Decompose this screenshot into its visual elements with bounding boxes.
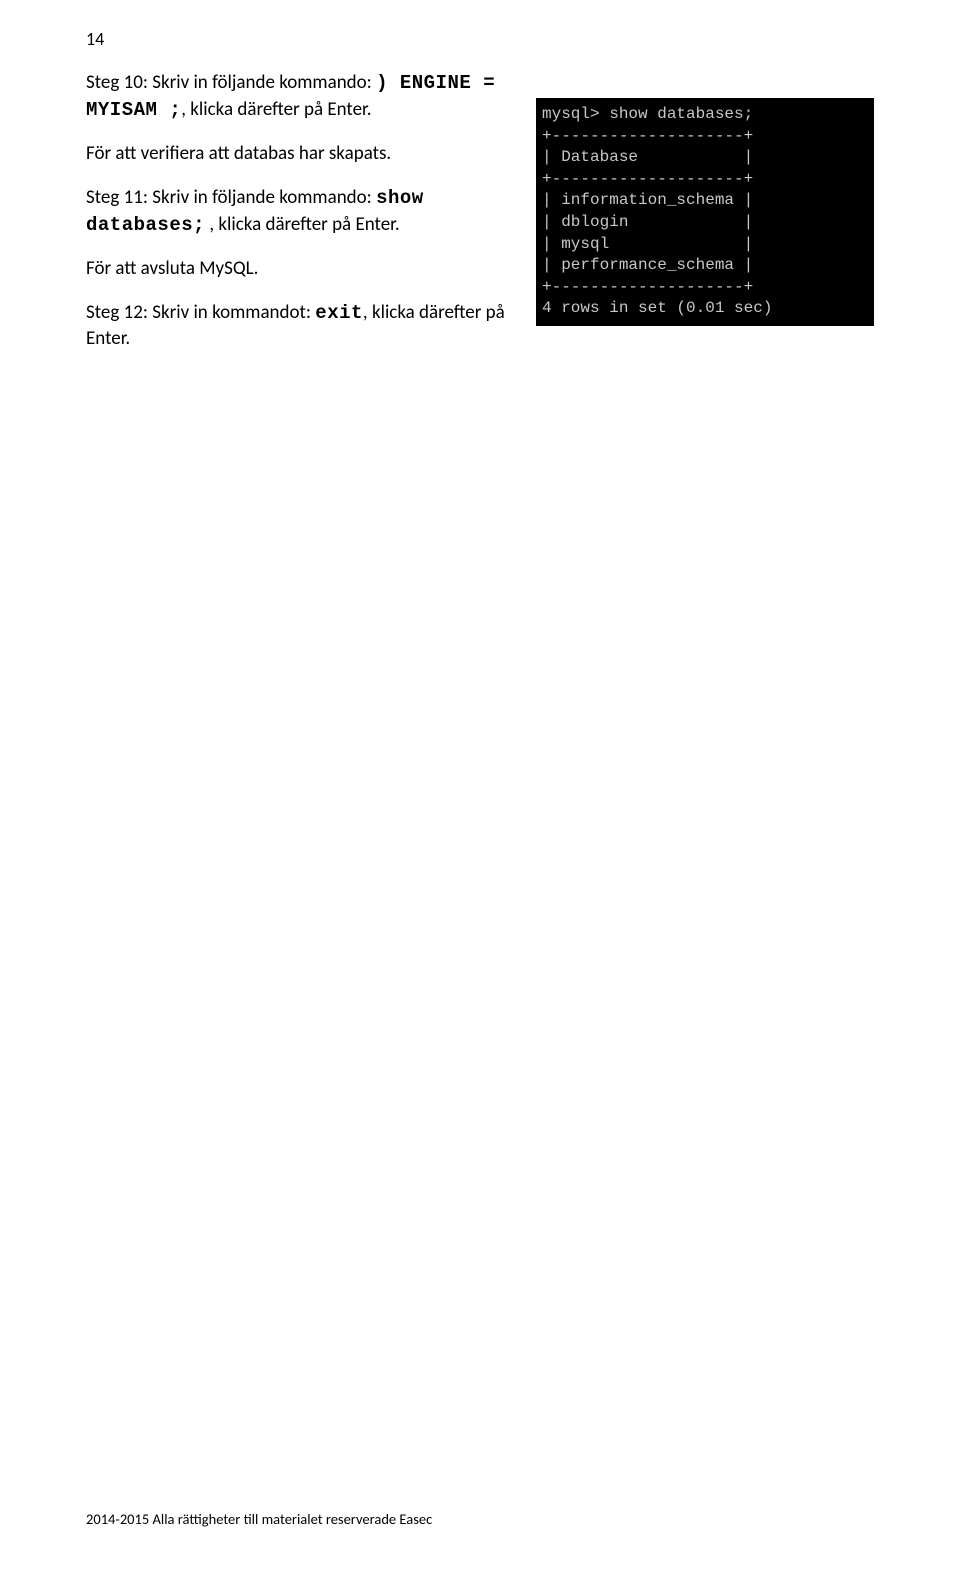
page-number: 14 xyxy=(86,28,104,50)
terminal-screenshot: mysql> show databases; +----------------… xyxy=(536,98,874,326)
step-12: Steg 12: Skriv in kommandot: exit, klick… xyxy=(86,300,546,352)
step-10-post: , klicka därefter på Enter. xyxy=(181,98,371,121)
step-11-code-databases: databases; xyxy=(86,214,205,236)
step-10: Steg 10: Skriv in följande kommando: ) E… xyxy=(86,70,546,123)
step-11-post: , klicka därefter på Enter. xyxy=(205,213,400,236)
terminal-output: mysql> show databases; +----------------… xyxy=(536,98,874,326)
step-11-pre: Steg 11: Skriv in följande kommando: xyxy=(86,186,376,209)
step-10-pre: Steg 10: Skriv in följande kommando: xyxy=(86,71,376,94)
copyright-footer: 2014-2015 Alla rättigheter till material… xyxy=(86,1510,432,1528)
verify-note: För att verifiera att databas har skapat… xyxy=(86,141,546,167)
step-12-pre: Steg 12: Skriv in kommandot: xyxy=(86,301,315,324)
exit-note: För att avsluta MySQL. xyxy=(86,256,546,282)
step-11: Steg 11: Skriv in följande kommando: sho… xyxy=(86,185,546,238)
step-11-code-show: show xyxy=(376,187,424,209)
step-12-code: exit xyxy=(315,302,363,324)
